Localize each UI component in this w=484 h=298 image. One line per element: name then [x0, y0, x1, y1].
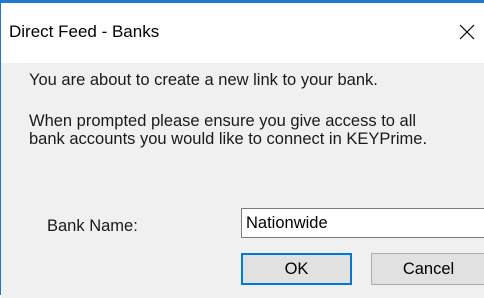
direct-feed-dialog: Direct Feed - Banks You are about to cre… — [0, 0, 484, 298]
ok-button[interactable]: OK — [241, 253, 352, 285]
close-icon — [459, 24, 475, 40]
info-message: You are about to create a new link to yo… — [29, 71, 378, 89]
title-bar: Direct Feed - Banks — [1, 3, 484, 63]
instruction-line-2: bank accounts you would like to connect … — [29, 130, 428, 148]
bank-name-input[interactable] — [241, 208, 484, 238]
dialog-body: You are about to create a new link to yo… — [1, 63, 484, 298]
bank-name-label: Bank Name: — [47, 217, 138, 235]
window-title: Direct Feed - Banks — [9, 22, 160, 41]
close-button[interactable] — [449, 15, 484, 49]
cancel-button[interactable]: Cancel — [371, 253, 484, 285]
instruction-line-1: When prompted please ensure you give acc… — [29, 112, 417, 130]
